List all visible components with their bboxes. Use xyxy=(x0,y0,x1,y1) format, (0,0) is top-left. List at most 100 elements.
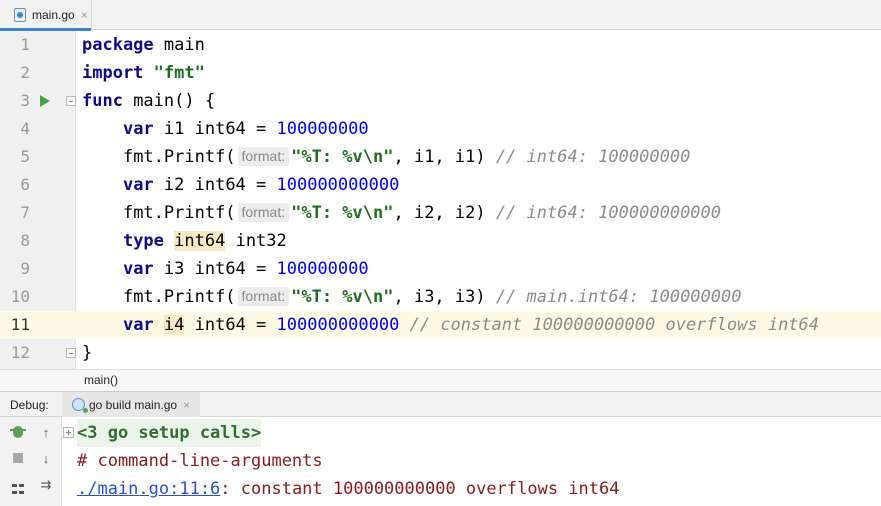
debug-tool-window-header: Debug: go build main.go × xyxy=(0,391,881,417)
parameter-hint: format: xyxy=(237,287,290,306)
string-literal: "%T: %v\n" xyxy=(291,287,394,307)
debug-label: Debug: xyxy=(10,398,49,412)
debug-console[interactable]: ↑ ↓ ⇉ <3 go setup calls> # command-line-… xyxy=(0,417,881,506)
code-text: var i3 int64 = 100000000 xyxy=(82,255,369,283)
line-number: 2 xyxy=(20,63,30,82)
go-file-icon xyxy=(14,8,26,22)
line-number: 3 xyxy=(20,91,30,110)
keyword: func xyxy=(82,91,123,111)
run-icon[interactable] xyxy=(40,95,50,107)
fold-icon[interactable] xyxy=(66,96,76,106)
parameter-hint: format: xyxy=(237,147,290,166)
breadcrumb[interactable]: main() xyxy=(84,373,118,387)
tab-label: main.go xyxy=(32,8,75,22)
expand-icon[interactable] xyxy=(63,427,74,438)
code-fragment: main() { xyxy=(122,91,216,111)
keyword: var xyxy=(122,175,154,195)
code-line[interactable]: 6 var i2 int64 = 100000000000 xyxy=(0,171,881,199)
highlighted-identifier: int64 xyxy=(174,231,226,251)
code-fragment: , i3, i3) xyxy=(393,287,496,307)
fold-end-icon[interactable] xyxy=(66,348,76,358)
debug-session-tab[interactable]: go build main.go × xyxy=(62,392,201,417)
keyword: var xyxy=(122,259,154,279)
line-number: 6 xyxy=(20,175,30,194)
code-fragment: i3 int64 = xyxy=(153,259,277,279)
code-fragment: , i2, i2) xyxy=(393,203,496,223)
code-line[interactable]: 4 var i1 int64 = 100000000 xyxy=(0,115,881,143)
setup-calls-fold[interactable]: <3 go setup calls> xyxy=(77,419,262,447)
number-literal: 100000000000 xyxy=(276,175,400,195)
code-text: fmt.Printf(format: "%T: %v\n", i1, i1) //… xyxy=(82,143,690,171)
go-build-icon xyxy=(72,398,88,413)
code-line[interactable]: 3 func main() { xyxy=(0,87,881,115)
code-fragment: fmt.Printf( xyxy=(122,147,236,167)
code-text: fmt.Printf(format: "%T: %v\n", i3, i3) //… xyxy=(82,283,741,311)
code-text: var i2 int64 = 100000000000 xyxy=(82,171,399,199)
code-fragment: int64 = xyxy=(184,315,277,335)
editor-tab-bar: main.go × xyxy=(0,0,881,31)
code-text: package main xyxy=(82,31,205,59)
line-number: 8 xyxy=(20,231,30,250)
code-comment: // constant 100000000000 overflows int64 xyxy=(409,315,820,335)
code-line[interactable]: 5 fmt.Printf(format: "%T: %v\n", i1, i1) … xyxy=(0,143,881,171)
string-literal: "%T: %v\n" xyxy=(291,203,394,223)
line-number: 7 xyxy=(20,203,30,222)
code-line[interactable]: 7 fmt.Printf(format: "%T: %v\n", i2, i2) … xyxy=(0,199,881,227)
console-error-line: ./main.go:11:6: constant 100000000000 ov… xyxy=(77,475,619,503)
breadcrumb-bar: main() xyxy=(0,369,881,391)
console-output-line: # command-line-arguments xyxy=(77,451,323,471)
keyword: var xyxy=(122,119,154,139)
line-number: 12 xyxy=(10,343,30,362)
keyword: var xyxy=(122,315,154,335)
stop-icon[interactable] xyxy=(10,450,26,466)
close-icon[interactable]: × xyxy=(183,398,190,412)
code-fragment: int32 xyxy=(225,231,287,251)
keyword: type xyxy=(122,231,164,251)
code-fragment: fmt.Printf( xyxy=(122,287,236,307)
error-location-link[interactable]: ./main.go:11:6 xyxy=(77,479,220,499)
console-toolbar: ↑ ↓ ⇉ xyxy=(0,417,62,506)
code-comment: // int64: 100000000 xyxy=(495,147,691,167)
code-fragment: , i1, i1) xyxy=(393,147,496,167)
code-text: type int64 int32 xyxy=(82,227,287,255)
line-number: 1 xyxy=(20,35,30,54)
code-fragment: } xyxy=(82,343,93,363)
error-message: : constant 100000000000 overflows int64 xyxy=(220,479,620,499)
code-fragment: i2 int64 = xyxy=(153,175,277,195)
code-line[interactable]: 9 var i3 int64 = 100000000 xyxy=(0,255,881,283)
code-text: } xyxy=(82,339,92,367)
code-comment: // main.int64: 100000000 xyxy=(495,287,742,307)
code-text: fmt.Printf(format: "%T: %v\n", i2, i2) //… xyxy=(82,199,721,227)
string-literal: "fmt" xyxy=(153,63,205,83)
line-number: 4 xyxy=(20,119,30,138)
keyword: import xyxy=(82,63,144,83)
code-editor[interactable]: 1 package main 2 import "fmt" 3 func mai… xyxy=(0,31,881,369)
code-line[interactable]: 8 type int64 int32 xyxy=(0,227,881,255)
code-line[interactable]: 1 package main xyxy=(0,31,881,59)
code-text: var i1 int64 = 100000000 xyxy=(82,115,369,143)
code-line[interactable]: 2 import "fmt" xyxy=(0,59,881,87)
highlighted-identifier: i4 xyxy=(163,315,185,335)
line-number: 10 xyxy=(10,287,30,306)
code-fragment: fmt.Printf( xyxy=(122,203,236,223)
number-literal: 100000000 xyxy=(276,259,369,279)
parameter-hint: format: xyxy=(237,203,290,222)
debug-bug-icon[interactable] xyxy=(10,424,26,440)
code-line[interactable]: 12 } xyxy=(0,339,881,367)
soft-wrap-icon[interactable]: ⇉ xyxy=(38,477,54,493)
down-arrow-icon[interactable]: ↓ xyxy=(38,450,54,466)
code-fragment: main xyxy=(153,35,205,55)
tab-main-go[interactable]: main.go × xyxy=(0,0,92,31)
layout-icon[interactable] xyxy=(10,481,26,497)
code-text: var i4 int64 = 100000000000 // constant … xyxy=(82,311,819,339)
code-line-current[interactable]: 11 var i4 int64 = 100000000000 // consta… xyxy=(0,311,881,339)
code-text: import "fmt" xyxy=(82,59,205,87)
debug-tab-label: go build main.go xyxy=(89,397,178,412)
code-line[interactable]: 10 fmt.Printf(format: "%T: %v\n", i3, i3)… xyxy=(0,283,881,311)
code-text: func main() { xyxy=(82,87,215,115)
code-fragment: i1 int64 = xyxy=(153,119,277,139)
up-arrow-icon[interactable]: ↑ xyxy=(38,424,54,440)
close-icon[interactable]: × xyxy=(81,9,88,21)
string-literal: "%T: %v\n" xyxy=(291,147,394,167)
code-comment: // int64: 100000000000 xyxy=(495,203,722,223)
